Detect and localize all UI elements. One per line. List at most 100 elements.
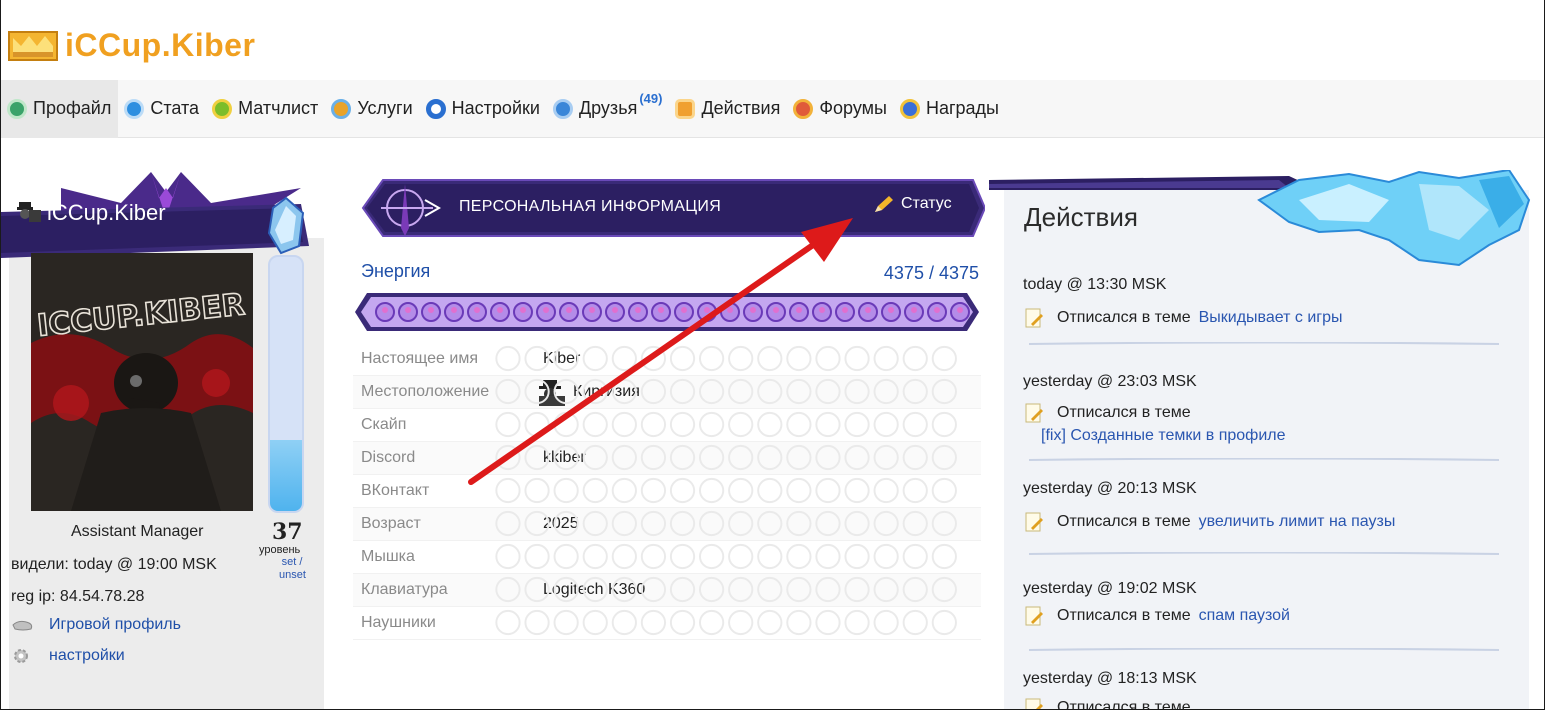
pattern-circle <box>873 345 899 372</box>
avatar[interactable]: ICCUP.KIBER <box>31 253 253 511</box>
energy-skull-eye <box>934 307 940 313</box>
profile-icon <box>7 98 27 119</box>
pattern-circle <box>786 378 812 405</box>
pattern-circle <box>640 378 667 405</box>
pattern-circle <box>728 345 754 372</box>
pattern-circle <box>669 576 696 603</box>
info-value: Киргизия <box>573 383 640 400</box>
pattern-circle <box>699 609 725 636</box>
nav-matchlist[interactable]: Матчлист <box>206 80 325 138</box>
game-profile-link[interactable]: Игровой профиль <box>11 616 181 634</box>
activity-topic-link[interactable]: увеличить лимит на паузы <box>1199 513 1396 531</box>
energy-skull-eye <box>681 307 687 313</box>
pattern-circle <box>699 411 725 438</box>
energy-skull-eye <box>957 307 963 313</box>
energy-skull-eye <box>405 307 411 313</box>
document-edit-icon <box>1025 308 1043 328</box>
document-edit-icon <box>1025 698 1043 709</box>
pattern-circle <box>815 576 841 603</box>
pattern-circle <box>902 576 928 603</box>
nav-stats[interactable]: Стата <box>118 80 206 138</box>
pattern-circle <box>699 576 725 603</box>
divider <box>1029 342 1499 345</box>
pattern-circle <box>902 378 928 405</box>
pattern-circle <box>582 510 608 537</box>
info-row: Клавиатура Logitech K360 <box>353 574 981 607</box>
pattern-circle <box>611 444 637 471</box>
nav-awards[interactable]: Награды <box>894 80 1006 138</box>
pattern-circle <box>931 378 957 405</box>
pattern-circle <box>902 477 928 504</box>
pattern-circle <box>611 510 637 537</box>
pattern-circle <box>699 444 725 471</box>
pattern-circle <box>640 609 667 636</box>
info-key: Клавиатура <box>361 581 448 598</box>
rank-label: Assistant Manager <box>71 523 204 540</box>
info-row: Возраст 2025 <box>353 508 981 541</box>
pattern-circle <box>640 477 667 504</box>
activity-topic-link[interactable]: спам паузой <box>1199 607 1290 625</box>
level-number: 37 <box>272 519 303 545</box>
info-key: Наушники <box>361 614 436 631</box>
pattern-circle <box>669 510 696 537</box>
player-rank-icon <box>17 202 41 222</box>
pattern-circle <box>786 444 812 471</box>
pattern-circle <box>844 510 870 537</box>
activity-topic-link[interactable]: [fix] Созданные темки в профиле <box>1041 427 1286 445</box>
nav-friends-label: Друзья <box>578 98 638 118</box>
nav-actions-label: Действия <box>701 98 781 118</box>
status-button[interactable]: Статус <box>873 194 952 214</box>
pattern-circle <box>757 576 783 603</box>
info-key: Местоположение <box>361 383 490 400</box>
activity-time: yesterday @ 19:02 MSK <box>1023 580 1197 597</box>
site-title-text: iCCup.Kiber <box>65 26 256 63</box>
level-progress-bar <box>268 255 304 513</box>
pattern-circle <box>844 378 870 405</box>
energy-skull-eye <box>589 307 595 313</box>
nav-friends[interactable]: Друзья (49) <box>547 80 670 138</box>
pattern-circle <box>757 510 783 537</box>
pattern-circle <box>757 477 783 504</box>
pencil-icon <box>875 196 893 212</box>
settings-link[interactable]: настройки <box>11 647 125 665</box>
pattern-circle <box>582 477 608 504</box>
pattern-circle <box>931 345 957 372</box>
pattern-circle <box>728 378 754 405</box>
info-value: Kiber <box>543 350 581 367</box>
pattern-circle <box>669 543 696 570</box>
info-key: ВКонтакт <box>361 482 430 499</box>
divider <box>1029 648 1499 651</box>
pattern-circle <box>699 378 725 405</box>
pattern-circle <box>699 477 725 504</box>
nav-actions[interactable]: Действия <box>669 80 787 138</box>
energy-skull-eye <box>796 307 802 313</box>
pattern-circle <box>873 609 899 636</box>
pattern-circle <box>931 510 957 537</box>
nav-profile[interactable]: Профайл <box>1 79 119 138</box>
pattern-circle <box>640 444 667 471</box>
pattern-circle <box>582 609 608 636</box>
pattern-circle <box>815 477 841 504</box>
pattern-circle <box>757 411 783 438</box>
nav-forums[interactable]: Форумы <box>787 80 894 138</box>
set-unset-link[interactable]: set / unset <box>279 556 306 582</box>
pattern-circle <box>815 345 841 372</box>
site-title[interactable]: iCCup.Kiber <box>7 22 255 68</box>
crown-icon <box>8 31 58 61</box>
activity-topic-link[interactable]: Выкидывает с игры <box>1199 309 1343 327</box>
level-label: уровень <box>259 544 301 556</box>
activity-action: Отписался в теме <box>1057 309 1191 326</box>
pattern-circle <box>873 411 899 438</box>
pattern-circle <box>902 444 928 471</box>
nav-settings[interactable]: Настройки <box>420 80 547 138</box>
energy-skull-eye <box>773 307 779 313</box>
nav-awards-label: Награды <box>925 98 999 118</box>
nav-services[interactable]: Услуги <box>325 80 419 138</box>
activity-panel: Действия today @ 13:30 MSK Отписался в т… <box>989 170 1544 709</box>
pattern-circle <box>786 411 812 438</box>
energy-skull-eye <box>819 307 825 313</box>
pattern-circle <box>902 510 928 537</box>
forums-icon <box>793 98 814 119</box>
profile-name: iCCup.Kiber <box>47 200 166 225</box>
pattern-circle <box>931 444 957 471</box>
